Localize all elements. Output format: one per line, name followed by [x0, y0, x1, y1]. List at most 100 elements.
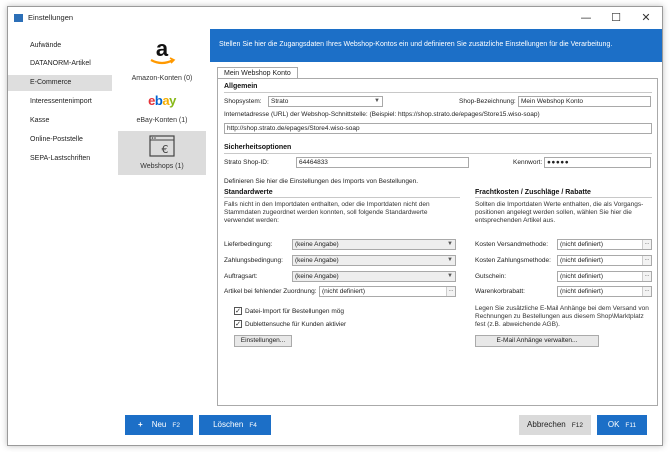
- lieferbedingung-value: (keine Angabe): [295, 241, 339, 248]
- standardwerte-heading: Standardwerte: [224, 189, 273, 196]
- artikel-zuordnung-picker[interactable]: (nicht definiert) ...: [319, 286, 456, 297]
- kosten-versand-picker[interactable]: (nicht definiert) ...: [557, 239, 652, 250]
- chevron-down-icon: ▼: [447, 257, 453, 263]
- gutschein-value: (nicht definiert): [560, 273, 603, 280]
- fracht-heading: Frachtkosten / Zuschläge / Rabatte: [475, 189, 591, 196]
- standardwerte-description: Falls nicht in den Importdaten enthalten…: [224, 201, 430, 224]
- shop-bezeichnung-input[interactable]: Mein Webshop Konto: [518, 96, 651, 107]
- abbrechen-shortcut: F12: [571, 422, 583, 429]
- browse-button[interactable]: ...: [642, 240, 651, 249]
- divider: [224, 92, 652, 93]
- email-anhaenge-button[interactable]: E-Mail Anhänge verwalten...: [475, 335, 599, 347]
- amazon-accounts-label: Amazon-Konten (0): [131, 75, 193, 82]
- minimize-button[interactable]: —: [572, 10, 600, 26]
- kosten-zahlung-picker[interactable]: (nicht definiert) ...: [557, 255, 652, 266]
- url-label: Internetadresse (URL) der Webshop-Schnit…: [224, 111, 540, 118]
- divider: [224, 197, 460, 198]
- account-type-list: a Amazon-Konten (0) ebay eBay-Konten (1)…: [112, 29, 209, 445]
- shop-id-input[interactable]: 64464833: [296, 157, 469, 168]
- allgemein-heading: Allgemein: [224, 83, 258, 90]
- fracht-description: Sollten die Importdaten Werte enthalten,…: [475, 201, 644, 224]
- chevron-down-icon: ▼: [447, 273, 453, 279]
- einstellungen-button[interactable]: Einstellungen...: [234, 335, 292, 347]
- svg-text:€: €: [162, 143, 169, 156]
- url-input[interactable]: http://shop.strato.de/epages/Store4.wiso…: [224, 123, 652, 134]
- sidebar-item-aufwaende[interactable]: Aufwände: [8, 38, 112, 54]
- shopsystem-label: Shopsystem:: [224, 98, 262, 105]
- loeschen-button[interactable]: Löschen F4: [199, 415, 271, 435]
- lieferbedingung-label: Lieferbedingung:: [224, 241, 273, 248]
- chevron-down-icon: ▼: [374, 98, 380, 104]
- sidebar-item-online-poststelle[interactable]: Online-Poststelle: [8, 132, 112, 148]
- ebay-logo-icon: ebay: [148, 93, 176, 108]
- ok-label: OK: [607, 420, 620, 429]
- footer-bar: + Neu F2 Löschen F4 Abbrechen F12 OK F11: [112, 409, 662, 445]
- browse-button[interactable]: ...: [642, 272, 651, 281]
- main-content: Stellen Sie hier die Zugangsdaten Ihres …: [210, 29, 662, 409]
- abbrechen-button[interactable]: Abbrechen F12: [519, 415, 591, 435]
- sidebar-item-interessentenimport[interactable]: Interessentenimport: [8, 94, 112, 110]
- svg-text:a: a: [156, 39, 169, 61]
- warenkorbrabatt-picker[interactable]: (nicht definiert) ...: [557, 286, 652, 297]
- zahlungsbedingung-value: (keine Angabe): [295, 257, 339, 264]
- email-description: Legen Sie zusätzliche E-Mail Anhänge bei…: [475, 305, 649, 328]
- settings-window: Einstellungen — ☐ ✕ Aufwände DATANORM-Ar…: [7, 6, 663, 446]
- artikel-zuordnung-label: Artikel bei fehlender Zuordnung:: [224, 288, 317, 295]
- kosten-versand-value: (nicht definiert): [560, 241, 603, 248]
- datei-import-checkbox[interactable]: ✓: [234, 307, 242, 315]
- auftragsart-select[interactable]: (keine Angabe) ▼: [292, 271, 456, 282]
- webshops-label: Webshops (1): [140, 163, 184, 170]
- amazon-accounts-item[interactable]: a Amazon-Konten (0): [118, 37, 206, 87]
- kosten-zahlung-value: (nicht definiert): [560, 257, 603, 264]
- ok-button[interactable]: OK F11: [597, 415, 647, 435]
- plus-icon: +: [138, 420, 143, 429]
- gutschein-label: Gutschein:: [475, 273, 507, 280]
- sidebar-item-sepa[interactable]: SEPA-Lastschriften: [8, 151, 112, 167]
- title-bar: Einstellungen — ☐ ✕: [8, 7, 662, 29]
- neu-label: Neu: [151, 420, 167, 429]
- browse-button[interactable]: ...: [642, 287, 651, 296]
- shop-bezeichnung-label: Shop-Bezeichnung:: [459, 98, 516, 105]
- zahlungsbedingung-select[interactable]: (keine Angabe) ▼: [292, 255, 456, 266]
- browse-button[interactable]: ...: [446, 287, 455, 296]
- neu-button[interactable]: + Neu F2: [125, 415, 193, 435]
- import-intro-text: Definieren Sie hier die Einstellungen de…: [224, 178, 419, 185]
- kosten-zahlung-label: Kosten Zahlungsmethode:: [475, 257, 551, 264]
- sidebar-item-datanorm[interactable]: DATANORM-Artikel: [8, 56, 112, 72]
- amazon-logo-icon: a: [150, 39, 176, 65]
- chevron-down-icon: ▼: [447, 241, 453, 247]
- datei-import-label: Datei-Import für Bestellungen mög: [245, 308, 344, 315]
- shopsystem-select[interactable]: Strato ▼: [268, 96, 383, 107]
- neu-shortcut: F2: [172, 422, 180, 429]
- info-banner: Stellen Sie hier die Zugangsdaten Ihres …: [210, 29, 662, 62]
- webshops-item[interactable]: € Webshops (1): [118, 131, 206, 175]
- shop-id-label: Strato Shop-ID:: [224, 159, 269, 166]
- webshop-euro-icon: €: [149, 135, 175, 157]
- ebay-accounts-label: eBay-Konten (1): [136, 117, 188, 124]
- warenkorbrabatt-value: (nicht definiert): [560, 288, 603, 295]
- kennwort-input[interactable]: ●●●●●: [544, 157, 651, 168]
- close-button[interactable]: ✕: [632, 10, 660, 26]
- shopsystem-value: Strato: [271, 98, 289, 105]
- lieferbedingung-select[interactable]: (keine Angabe) ▼: [292, 239, 456, 250]
- loeschen-shortcut: F4: [249, 422, 257, 429]
- ebay-accounts-item[interactable]: ebay eBay-Konten (1): [118, 89, 206, 129]
- gutschein-picker[interactable]: (nicht definiert) ...: [557, 271, 652, 282]
- divider: [224, 153, 652, 154]
- kennwort-label: Kennwort:: [513, 159, 543, 166]
- maximize-button[interactable]: ☐: [602, 10, 630, 26]
- settings-sidebar: Aufwände DATANORM-Artikel E-Commerce Int…: [8, 29, 112, 445]
- zahlungsbedingung-label: Zahlungsbedingung:: [224, 257, 283, 264]
- sidebar-item-ecommerce[interactable]: E-Commerce: [8, 75, 112, 91]
- kosten-versand-label: Kosten Versandmethode:: [475, 241, 548, 248]
- artikel-zuordnung-value: (nicht definiert): [322, 288, 365, 295]
- browse-button[interactable]: ...: [642, 256, 651, 265]
- app-icon: [14, 14, 23, 22]
- sidebar-item-kasse[interactable]: Kasse: [8, 113, 112, 129]
- abbrechen-label: Abbrechen: [527, 420, 566, 429]
- dubletten-label: Dublettensuche für Kunden aktivier: [245, 321, 347, 328]
- loeschen-label: Löschen: [213, 420, 244, 429]
- sicherheit-heading: Sicherheitsoptionen: [224, 144, 292, 151]
- account-panel: Allgemein Shopsystem: Strato ▼ Shop-Beze…: [217, 78, 658, 406]
- dubletten-checkbox[interactable]: ✓: [234, 320, 242, 328]
